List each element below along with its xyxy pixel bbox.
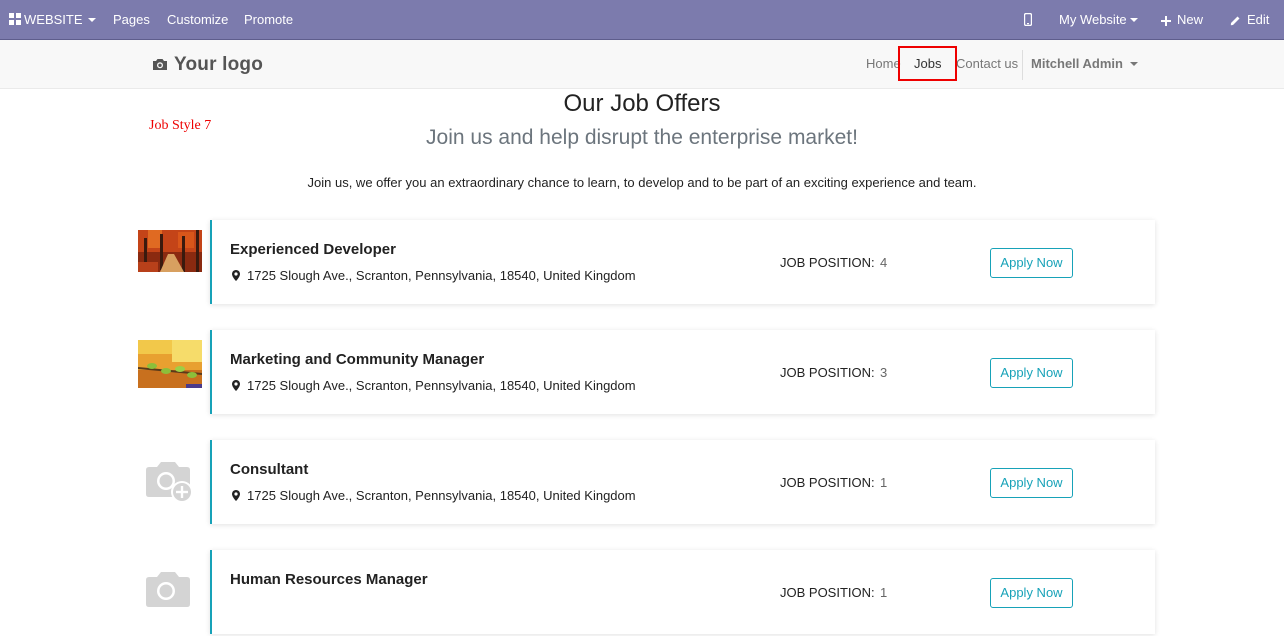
new-button[interactable]: New [1161,0,1203,40]
map-marker-icon [232,380,240,391]
apps-grid-icon [9,13,21,25]
job-card: Experienced Developer 1725 Slough Ave., … [210,220,1155,304]
job-title[interactable]: Human Resources Manager [230,571,428,588]
website-menu[interactable]: WEBSITE [9,0,96,40]
job-title[interactable]: Experienced Developer [230,241,396,258]
job-item: Marketing and Community Manager 1725 Slo… [138,330,1158,416]
map-marker-icon [232,270,240,281]
mobile-preview-button[interactable] [1023,0,1033,40]
page-subtitle: Join us and help disrupt the enterprise … [426,126,858,149]
page-intro: Join us, we offer you an extraordinary c… [307,175,977,190]
job-title[interactable]: Consultant [230,461,308,478]
map-marker-icon [232,490,240,501]
apply-now-button[interactable]: Apply Now [990,578,1073,608]
job-position-label: JOB POSITION: [780,365,875,380]
job-position-label: JOB POSITION: [780,255,875,270]
job-card: Human Resources Manager JOB POSITION: 1 … [210,550,1155,634]
job-position-count: 3 [880,365,888,380]
pencil-icon [1230,16,1240,26]
user-menu[interactable]: Mitchell Admin [1031,40,1138,88]
job-item: Experienced Developer 1725 Slough Ave., … [138,220,1158,306]
job-title[interactable]: Marketing and Community Manager [230,351,484,368]
job-card: Marketing and Community Manager 1725 Slo… [210,330,1155,414]
camera-icon [153,59,167,70]
new-button-label: New [1177,12,1204,27]
job-address-text: 1725 Slough Ave., Scranton, Pennsylvania… [247,378,636,393]
customize-menu[interactable]: Customize [167,0,228,40]
job-image-branch-leaves [138,340,202,388]
chevron-down-icon [1129,18,1138,22]
job-position-count: 1 [880,585,888,600]
chevron-down-icon [87,18,96,22]
page-title: Our Job Offers [563,90,721,117]
plus-icon [1161,16,1171,26]
camera-placeholder-icon [146,572,190,607]
job-position-count: 1 [880,475,888,490]
apply-now-button[interactable]: Apply Now [990,248,1073,278]
job-address-text: 1725 Slough Ave., Scranton, Pennsylvania… [247,488,636,503]
chevron-down-icon [1129,62,1138,66]
nav-divider [1022,50,1023,80]
edit-button-label: Edit [1247,12,1270,27]
pages-menu[interactable]: Pages [113,0,150,40]
job-address: 1725 Slough Ave., Scranton, Pennsylvania… [232,268,636,283]
my-website-menu[interactable]: My Website [1059,0,1138,40]
job-item: Consultant 1725 Slough Ave., Scranton, P… [138,440,1158,526]
nav-home[interactable]: Home [866,40,901,88]
jobs-highlight-box [898,46,957,81]
job-item: Human Resources Manager JOB POSITION: 1 … [138,550,1158,636]
job-position-label: JOB POSITION: [780,585,875,600]
job-address: 1725 Slough Ave., Scranton, Pennsylvania… [232,488,636,503]
nav-contact[interactable]: Contact us [956,40,1018,88]
job-card: Consultant 1725 Slough Ave., Scranton, P… [210,440,1155,524]
camera-placeholder-icon [146,462,193,503]
user-name: Mitchell Admin [1031,56,1123,71]
job-position-label: JOB POSITION: [780,475,875,490]
job-address-text: 1725 Slough Ave., Scranton, Pennsylvania… [247,268,636,283]
job-position-count: 4 [880,255,888,270]
apply-now-button[interactable]: Apply Now [990,468,1073,498]
mobile-icon [1023,12,1033,27]
apply-now-button[interactable]: Apply Now [990,358,1073,388]
website-menu-label: WEBSITE [24,12,83,27]
job-address: 1725 Slough Ave., Scranton, Pennsylvania… [232,378,636,393]
my-website-label: My Website [1059,12,1127,27]
promote-menu[interactable]: Promote [244,0,293,40]
edit-button[interactable]: Edit [1230,0,1269,40]
job-image-autumn-forest [138,230,202,272]
admin-bar: WEBSITE Pages Customize Promote My Websi… [0,0,1284,40]
logo-text: Your logo [174,54,264,75]
